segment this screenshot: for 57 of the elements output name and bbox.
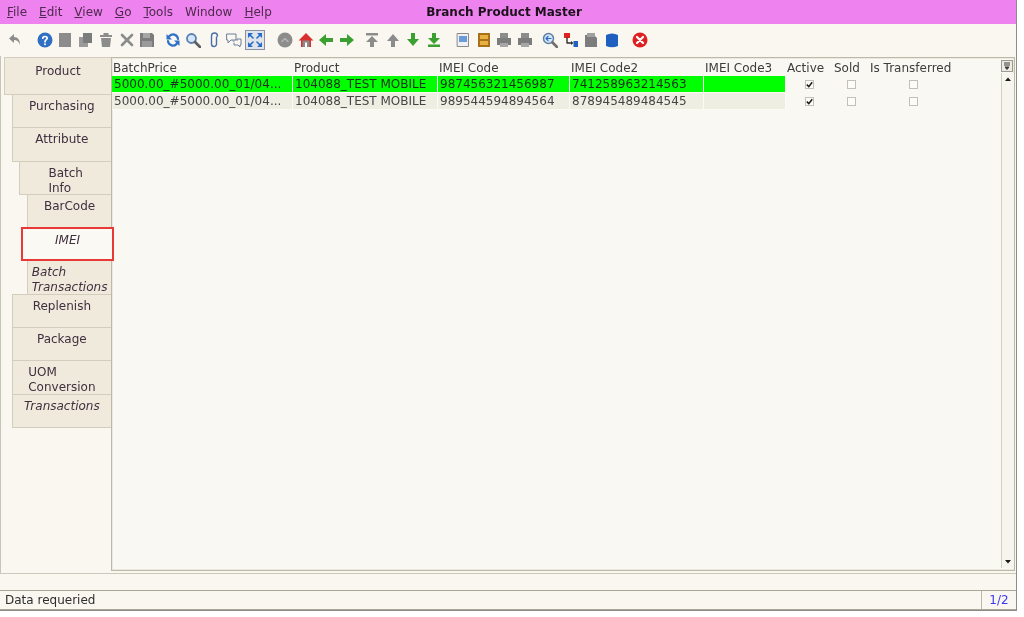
column-header[interactable]: Sold [833,60,869,76]
tab[interactable]: Package [11,327,111,362]
refresh-icon[interactable] [164,32,181,48]
column-header[interactable]: Is Transferred [869,60,958,76]
right-arrow-icon[interactable] [338,32,355,48]
flow-icon[interactable] [562,32,579,48]
record-counter: 1/2 [981,591,1016,609]
table-cell: 989544594894564 [438,93,570,110]
scrollbar[interactable] [1000,73,1014,568]
table-cell: 741258963214563 [570,76,704,93]
tab[interactable]: Purchasing [11,94,111,129]
table-cell: 104088_TEST MOBILE [293,93,438,110]
status-message: Data requeried [4,593,97,607]
table-cell: 5000.00_#5000.00_01/04... [112,76,293,93]
tab[interactable]: Product [4,57,111,95]
close-icon[interactable] [632,32,648,48]
table-cell: 5000.00_#5000.00_01/04... [112,93,293,110]
fullscreen-icon[interactable] [244,30,265,50]
column-header[interactable]: Product [293,60,438,76]
checkbox[interactable] [805,80,814,89]
column-header[interactable]: Active [786,60,833,76]
table-cell: 104088_TEST MOBILE [293,76,438,93]
menu-item[interactable]: Go [108,4,138,20]
menu-item[interactable]: Edit [33,4,69,20]
home-icon[interactable] [297,32,314,48]
arrow-to-bottom-icon[interactable] [425,32,442,48]
column-header[interactable]: IMEI Code3 [704,60,786,76]
tab[interactable]: Batch Info [19,160,111,195]
menu-item[interactable]: Tools [137,4,180,20]
chat-icon[interactable] [226,32,242,48]
tab[interactable]: Attribute [11,127,111,162]
menu-item[interactable]: File [1,4,34,20]
tab[interactable]: Batch Transactions [27,260,111,295]
menu-item[interactable]: Help [238,4,278,20]
drawer-icon[interactable] [475,32,492,48]
menu-item[interactable]: View [68,4,109,20]
tab[interactable]: UOM Conversion [11,360,111,395]
table-cell: 878945489484545 [570,93,704,110]
tab[interactable]: Transactions [11,393,111,428]
document-icon[interactable] [455,32,471,48]
window-title: Branch Product Master [426,5,583,19]
help-icon[interactable] [36,32,53,48]
column-header[interactable]: IMEI Code [438,60,570,76]
down-arrow-icon[interactable] [405,32,421,48]
cylinder-icon[interactable] [603,32,620,48]
tab[interactable]: IMEI [21,227,114,262]
zoom-icon[interactable] [542,32,558,48]
column-header[interactable]: BatchPrice [112,60,293,76]
left-arrow-icon[interactable] [318,32,334,48]
column-header[interactable]: IMEI Code2 [570,60,704,76]
tick-icon [806,98,813,105]
table-cell: 987456321456987 [438,76,570,93]
tick-icon [806,81,813,88]
checkbox[interactable] [805,97,814,106]
search-icon[interactable] [185,32,201,48]
menu-item[interactable]: Window [179,4,239,20]
dropdown-icon[interactable] [1001,60,1013,72]
